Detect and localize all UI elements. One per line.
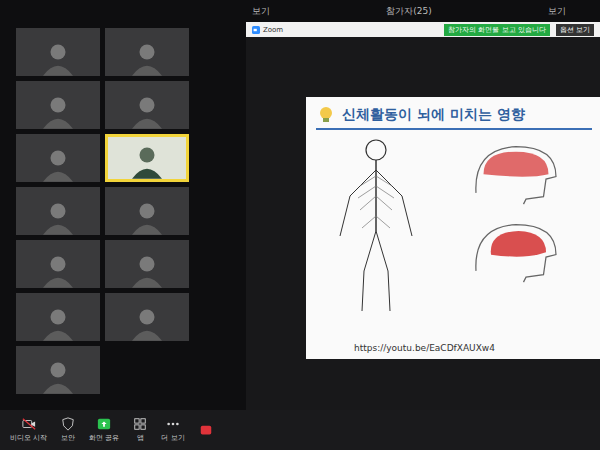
view-button[interactable]: 보기 [248, 5, 274, 18]
top-bar: 보기참가자(25)보기 [0, 0, 600, 22]
toolbar-button[interactable]: 보안 [61, 417, 75, 443]
participants-count[interactable]: 참가자(25) [274, 5, 544, 18]
person-icon [122, 250, 172, 288]
participant-tile[interactable] [16, 134, 100, 182]
participant-tile[interactable] [16, 240, 100, 288]
person-icon [122, 303, 172, 341]
participant-tile[interactable] [105, 81, 189, 129]
brain-icon [466, 136, 566, 206]
person-icon [33, 91, 83, 129]
person-icon [122, 141, 172, 179]
apps-icon [133, 417, 147, 431]
participant-tile[interactable] [16, 346, 100, 394]
person-icon [33, 250, 83, 288]
brain-icon [466, 214, 566, 284]
view-button[interactable]: 보기 [544, 5, 570, 18]
nervous-system-icon [316, 136, 436, 316]
person-icon [33, 144, 83, 182]
meeting-toolbar: 비디오 시작 보안 화면 공유 앱 더 보기 [0, 410, 600, 450]
toolbar-button[interactable]: 더 보기 [161, 417, 184, 443]
participant-tile[interactable] [16, 293, 100, 341]
participant-tile[interactable] [16, 81, 100, 129]
end-icon [199, 423, 213, 437]
person-icon [122, 197, 172, 235]
person-icon [122, 91, 172, 129]
participant-tile[interactable] [105, 187, 189, 235]
share-header: Zoom 참가자의 화면을 보고 있습니다 옵션 보기 [246, 22, 600, 37]
zoom-label: Zoom [252, 26, 438, 34]
more-icon [166, 417, 180, 431]
participant-tile[interactable] [105, 28, 189, 76]
participant-tile[interactable] [16, 187, 100, 235]
share-icon [97, 417, 111, 431]
person-icon [33, 197, 83, 235]
toolbar-button[interactable]: 화면 공유 [89, 417, 119, 443]
participant-tile[interactable] [16, 28, 100, 76]
slide-title: 신체활동이 뇌에 미치는 영향 [342, 106, 525, 124]
person-icon [122, 38, 172, 76]
person-icon [33, 38, 83, 76]
sharing-banner: 참가자의 화면을 보고 있습니다 [444, 24, 550, 36]
toolbar-button[interactable] [199, 423, 213, 437]
gallery [0, 22, 246, 410]
video-link[interactable]: https://youtu.be/EaCDfXAUXw4 [316, 343, 592, 353]
participant-tile[interactable] [105, 134, 189, 182]
person-icon [33, 356, 83, 394]
zoom-screen: 보기참가자(25)보기 Zoom 참가자의 화면을 보고 있습니다 옵션 보기신체활… [0, 0, 600, 450]
slide: 신체활동이 뇌에 미치는 영향 https://youtu.be/EaCDfXAU… [306, 97, 600, 359]
shield-icon [61, 417, 75, 431]
video-icon [22, 417, 36, 431]
person-icon [33, 303, 83, 341]
toolbar-button[interactable]: 비디오 시작 [10, 417, 47, 443]
participant-tile[interactable] [105, 293, 189, 341]
zoom-icon [252, 26, 260, 34]
view-options-button[interactable]: 옵션 보기 [556, 24, 594, 36]
participant-tile[interactable] [105, 240, 189, 288]
shared-screen: Zoom 참가자의 화면을 보고 있습니다 옵션 보기신체활동이 뇌에 미치는 영향… [246, 22, 600, 410]
toolbar-button[interactable]: 앱 [133, 417, 147, 443]
lightbulb-icon [316, 105, 336, 125]
